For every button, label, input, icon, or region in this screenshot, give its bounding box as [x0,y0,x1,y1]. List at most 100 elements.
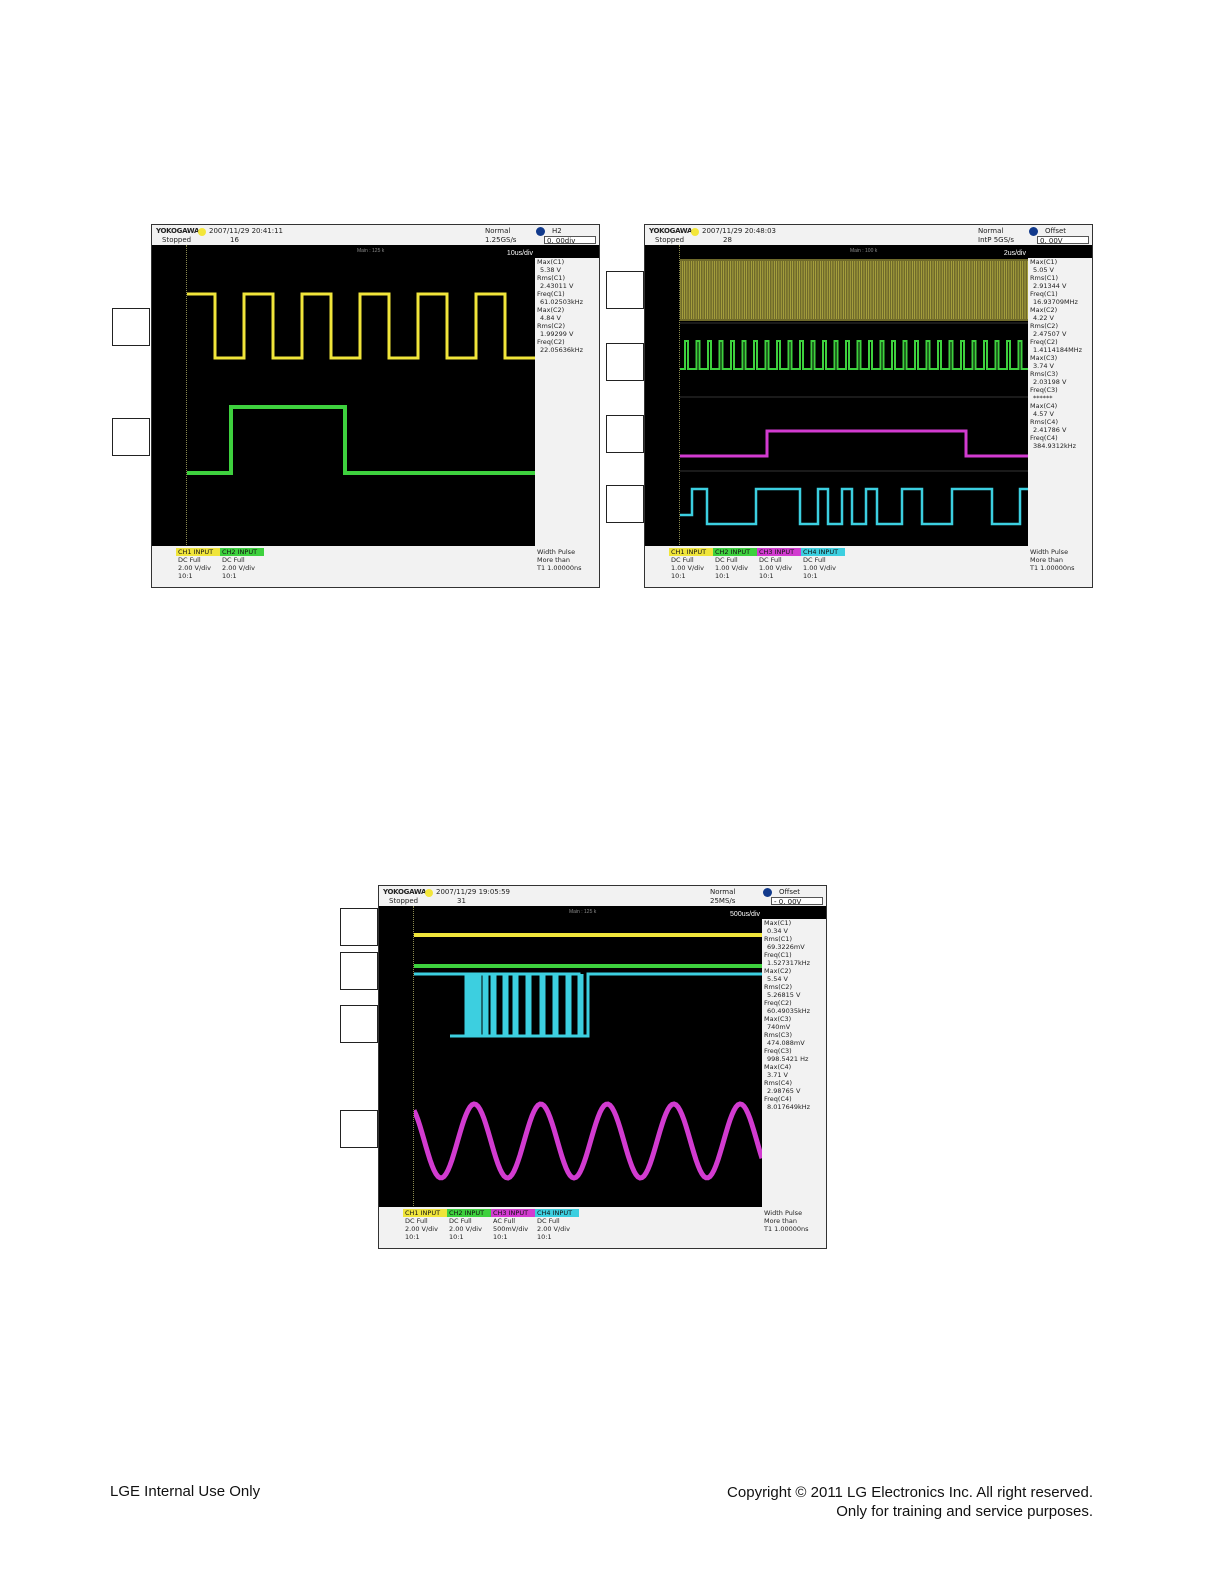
brand-logo: YOKOGAWA [383,888,427,896]
ch3-settings[interactable]: CH3 INPUT DC Full 1.00 V/div 10:1 [757,548,801,580]
measurement-value: 3.74 V [1033,362,1054,370]
ch2-settings[interactable]: CH2 INPUT DC Full 2.00 V/div 10:1 [220,548,264,580]
measurement-panel: Max(C1) 0.34 V Rms(C1) 69.3226mV Freq(C1) 1.5… [762,919,826,1209]
trigger-mode: Normal [710,888,736,896]
ch3-settings[interactable]: CH3 INPUT AC Full 500mV/div 10:1 [491,1209,535,1241]
ch3-coupling: AC Full [493,1217,516,1225]
datetime: 2007/11/29 20:41:11 [209,227,284,235]
measurement-value: 3.71 V [767,1071,788,1079]
ch1-settings[interactable]: CH1 INPUT DC Full 2.00 V/div 10:1 [176,548,220,580]
acq-count: 31 [457,897,466,905]
measurement-value: 0.34 V [767,927,788,935]
test-point-tag [340,908,378,946]
ch2-probe: 10:1 [222,572,237,580]
waveform-svg: Main : 125 k 500us/div [414,909,763,1181]
measurement-value: 4.57 V [1033,410,1054,418]
acq-status: Stopped [162,236,192,244]
brand-logo: YOKOGAWA [156,227,200,235]
channel-footer: CH1 INPUT DC Full 1.00 V/div 10:1 CH2 IN… [645,546,1092,587]
measurement-value: 2.98765 V [767,1087,801,1095]
measurement-value: 5.05 V [1033,266,1054,274]
ch3-coupling: DC Full [759,556,782,564]
ch3-scale: 1.00 V/div [759,564,792,572]
sample-rate: 25MS/s [710,897,736,905]
measurement-value: 8.017649kHz [767,1103,811,1111]
acq-count: 28 [723,236,732,244]
ch2-settings[interactable]: CH2 INPUT DC Full 1.00 V/div 10:1 [713,548,757,580]
measurement-label: Freq(C4) [764,1095,792,1103]
datetime: 2007/11/29 20:48:03 [702,227,777,235]
test-point-tag [606,485,644,523]
ch4-settings[interactable]: CH4 INPUT DC Full 1.00 V/div 10:1 [801,548,845,580]
measurement-value: 60.49035kHz [767,1007,811,1015]
scope-header: YOKOGAWA 2007/11/29 19:05:59 Stopped 31 … [379,886,826,906]
trigger-condition: More than [537,556,570,564]
ch1-settings[interactable]: CH1 INPUT DC Full 1.00 V/div 10:1 [669,548,713,580]
trigger-type: Width Pulse [537,548,576,556]
channel-footer: CH1 INPUT DC Full 2.00 V/div 10:1 CH2 IN… [152,546,599,587]
measurement-label: Rms(C2) [537,322,565,330]
test-point-tag [606,343,644,381]
measurement-value: 474.088mV [767,1039,805,1047]
measurement-label: Freq(C3) [764,1047,792,1055]
main-label: Main : 100 k [850,248,878,254]
knob-icon [1029,227,1038,236]
ch1-label: CH1 INPUT [176,548,220,556]
test-point-tag [340,952,378,990]
ch1-scale: 1.00 V/div [671,564,704,572]
acq-status: Stopped [655,236,685,244]
ch3-label: CH3 INPUT [757,548,801,556]
ch2-probe: 10:1 [715,572,730,580]
waveform-area: Main : 125 k 500us/div [413,906,763,1208]
measurement-label: Max(C4) [1030,402,1058,410]
trigger-time: T1 1.00000ns [537,564,582,572]
ch1-settings[interactable]: CH1 INPUT DC Full 2.00 V/div 10:1 [403,1209,447,1241]
ch2-label: CH2 INPUT [713,548,757,556]
oscilloscope-screen-3: YOKOGAWA 2007/11/29 19:05:59 Stopped 31 … [378,885,827,1249]
knob-label: Offset [1045,227,1067,235]
ch2-scale: 1.00 V/div [715,564,748,572]
measurement-label: Rms(C1) [764,935,792,943]
ch2-coupling: DC Full [715,556,738,564]
measurement-value: 5.26815 V [767,991,801,999]
main-label: Main : 125 k [357,248,385,254]
measurement-value: 998.5421 Hz [767,1055,809,1063]
trigger-time: T1 1.00000ns [764,1225,809,1233]
trigger-settings: Width Pulse More than T1 1.00000ns [764,1209,809,1233]
scope-header: YOKOGAWA 2007/11/29 20:41:11 Stopped 16 … [152,225,599,245]
ch2-scale: 2.00 V/div [449,1225,482,1233]
status-dot-icon [425,889,433,897]
waveform-area: Main : 125 k 10us/div T T [186,245,536,547]
trigger-marker-icon: T [357,245,362,247]
trigger-type: Width Pulse [1030,548,1069,556]
ch4-settings[interactable]: CH4 INPUT DC Full 2.00 V/div 10:1 [535,1209,579,1241]
copyright-notice: Copyright © 2011 LG Electronics Inc. All… [727,1483,1093,1521]
waveform-svg: Main : 125 k 10us/div T T [187,245,536,475]
measurement-label: Max(C1) [1030,258,1058,266]
knob-value: 0. 00V [1037,236,1089,245]
ch2-probe: 10:1 [449,1233,464,1241]
measurement-label: Max(C1) [764,919,792,927]
test-point-tag [112,418,150,456]
ch1-trace [187,292,536,360]
timebase: 500us/div [730,911,760,918]
ch4-label: CH4 INPUT [535,1209,579,1217]
measurement-label: Max(C2) [537,306,565,314]
measurement-label: Rms(C4) [1030,418,1058,426]
measurement-value: 22.05636kHz [540,346,584,354]
measurement-value: 1.4114184MHz [1033,346,1083,354]
measurement-label: Freq(C1) [537,290,565,298]
test-point-tag [606,415,644,453]
measurement-label: Rms(C1) [1030,274,1058,282]
measurement-panel: Max(C1) 5.05 V Rms(C1) 2.91344 V Freq(C1) 16.… [1028,258,1092,548]
ch2-settings[interactable]: CH2 INPUT DC Full 2.00 V/div 10:1 [447,1209,491,1241]
ch4-probe: 10:1 [537,1233,552,1241]
ch1-probe: 10:1 [178,572,193,580]
measurement-label: Freq(C2) [764,999,792,1007]
measurement-value: ****** [1033,394,1053,402]
ch2-scale: 2.00 V/div [222,564,255,572]
ch1-label: CH1 INPUT [403,1209,447,1217]
test-point-tag [340,1110,378,1148]
measurement-value: 4.22 V [1033,314,1054,322]
ch3-label: CH3 INPUT [491,1209,535,1217]
